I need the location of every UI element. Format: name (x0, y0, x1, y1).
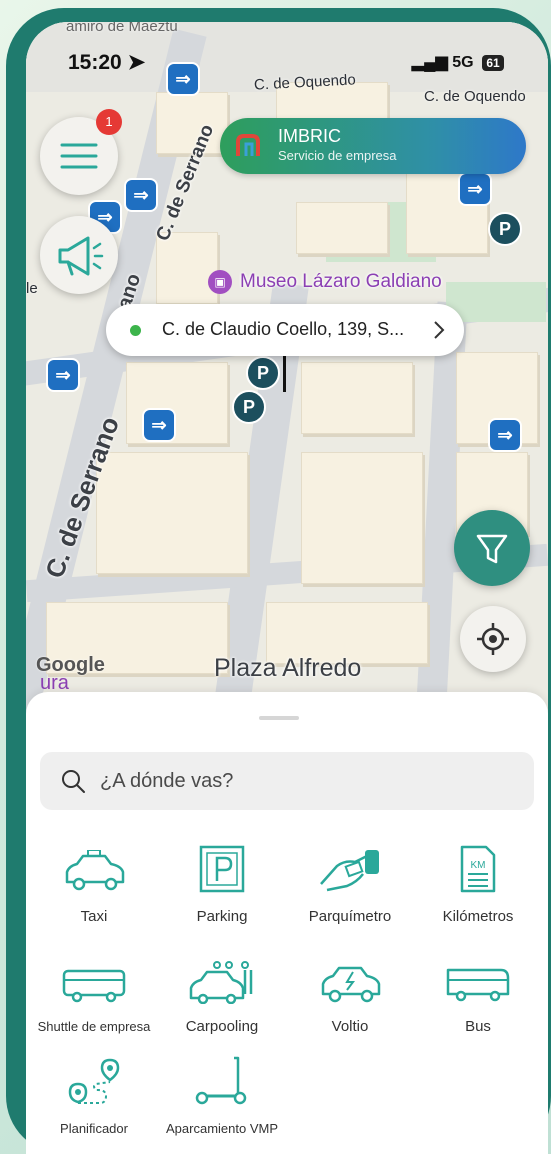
megaphone-icon (58, 236, 104, 276)
map-building (301, 452, 423, 584)
service-voltio[interactable]: Voltio (290, 954, 410, 1035)
status-bar: 15:20 ➤ ▂▄▆ 5G 61 (26, 42, 548, 76)
parking-marker[interactable]: P (232, 390, 266, 424)
bus-icon (446, 968, 510, 1002)
kilometers-icon: KM (460, 845, 496, 893)
service-label: Shuttle de empresa (37, 1019, 151, 1034)
menu-button[interactable]: 1 (40, 109, 122, 195)
service-label: Kilómetros (442, 908, 514, 925)
phone-frame: amiro de Maeztu C. de Oquendo C. de Oque… (6, 8, 551, 1154)
shuttle-icon (62, 969, 126, 1003)
scooter-icon (195, 1056, 247, 1105)
service-label: Parking (196, 908, 248, 925)
map-label-left-partial: le (26, 280, 38, 297)
map-label-oquendo-2: C. de Oquendo (424, 88, 526, 105)
notification-badge: 1 (96, 109, 122, 135)
bus-stop-marker[interactable]: ⇒ (46, 358, 80, 392)
bus-stop-marker[interactable]: ⇒ (458, 172, 492, 206)
destination-search[interactable]: ¿A dónde vas? (40, 752, 534, 810)
parking-marker[interactable]: P (246, 356, 280, 390)
address-text: C. de Claudio Coello, 139, S... (162, 319, 405, 339)
taxi-icon (65, 850, 125, 891)
bottom-sheet: ¿A dónde vas? Taxi Parking Parquímetro K… (26, 692, 548, 1154)
location-arrow-icon: ➤ (127, 51, 146, 74)
service-label: Voltio (331, 1018, 369, 1035)
poi-museum-label: Museo Lázaro Galdiano (240, 271, 442, 292)
signal-bars-icon: ▂▄▆ (411, 54, 448, 71)
map-building (296, 202, 388, 254)
search-placeholder: ¿A dónde vas? (100, 770, 234, 792)
service-shuttle[interactable]: Shuttle de empresa (34, 954, 154, 1035)
my-location-button[interactable] (460, 606, 526, 672)
map-building (301, 362, 413, 434)
service-label: Carpooling (185, 1018, 259, 1035)
green-dot-icon (130, 325, 141, 336)
status-signal: ▂▄▆ 5G 61 (412, 52, 504, 72)
address-bar[interactable]: C. de Claudio Coello, 139, S... (106, 304, 464, 356)
map-building (96, 452, 248, 574)
network-type: 5G (452, 54, 474, 71)
parking-icon (199, 845, 245, 893)
bus-stop-marker[interactable]: ⇒ (488, 418, 522, 452)
filter-icon (476, 534, 508, 564)
service-taxi[interactable]: Taxi (34, 844, 154, 925)
electric-car-icon (321, 966, 381, 1003)
service-label: Taxi (80, 908, 108, 925)
company-service-pill[interactable]: IMBRIC Servicio de empresa (220, 118, 526, 174)
museum-icon: ▣ (208, 270, 232, 294)
imbric-logo-icon (236, 134, 260, 156)
service-carpooling[interactable]: Carpooling (162, 954, 282, 1035)
carpooling-icon (189, 961, 253, 1004)
map-park (446, 282, 546, 322)
filter-button[interactable] (454, 510, 530, 586)
company-title: IMBRIC (278, 126, 341, 146)
service-label: Parquímetro (308, 908, 392, 925)
service-parking-meter[interactable]: Parquímetro (290, 844, 410, 925)
service-parking[interactable]: Parking (162, 844, 282, 925)
status-time: 15:20 ➤ (68, 50, 145, 75)
service-label: Bus (465, 1018, 491, 1035)
parking-marker[interactable]: P (488, 212, 522, 246)
battery-icon: 61 (482, 55, 504, 71)
company-subtitle: Servicio de empresa (278, 148, 397, 163)
service-planner[interactable]: Planificador (34, 1056, 154, 1137)
app-screen: amiro de Maeztu C. de Oquendo C. de Oque… (26, 22, 548, 1154)
poi-museum[interactable]: ▣ Museo Lázaro Galdiano (208, 270, 442, 294)
location-cursor (283, 352, 286, 392)
svg-text:KM: KM (471, 860, 486, 871)
service-vmp-parking[interactable]: Aparcamiento VMP (162, 1056, 282, 1137)
service-bus[interactable]: Bus (418, 954, 538, 1035)
service-label: Aparcamiento VMP (166, 1121, 278, 1136)
status-time-text: 15:20 (68, 51, 122, 74)
bus-stop-marker[interactable]: ⇒ (142, 408, 176, 442)
crosshair-icon (477, 623, 509, 655)
route-planner-icon (68, 1058, 120, 1104)
sheet-drag-handle[interactable] (259, 716, 299, 720)
parking-meter-icon (320, 850, 379, 892)
bus-stop-marker[interactable]: ⇒ (124, 178, 158, 212)
search-icon (62, 770, 85, 793)
announcements-button[interactable] (40, 216, 118, 294)
service-label: Planificador (60, 1121, 128, 1136)
service-kilometers[interactable]: KM Kilómetros (418, 844, 538, 925)
map-label-plaza: Plaza Alfredo (214, 654, 362, 682)
chevron-right-icon (434, 321, 445, 339)
map-label-top-partial: amiro de Maeztu (66, 22, 178, 35)
